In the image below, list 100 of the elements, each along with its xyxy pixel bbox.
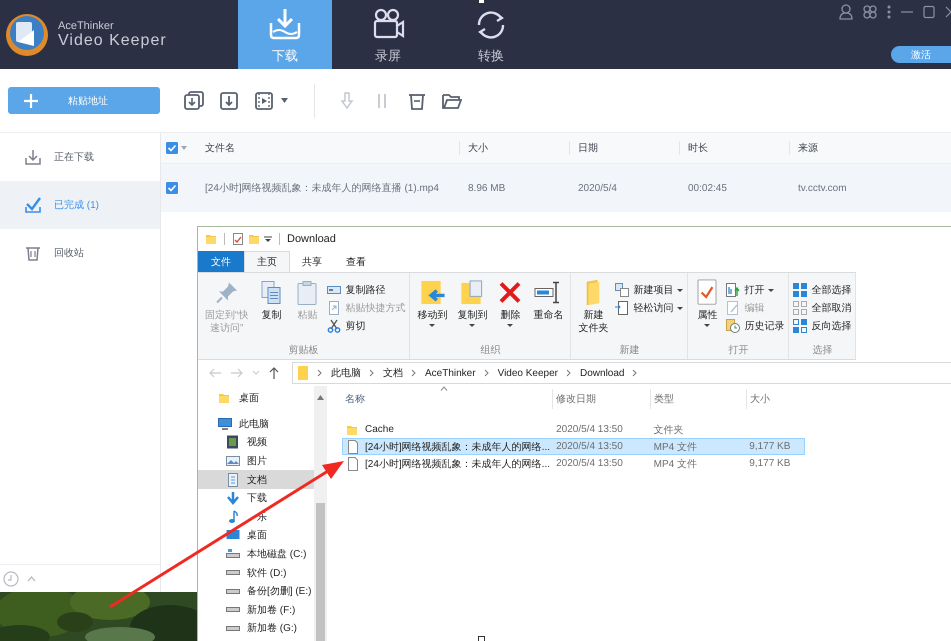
ribbon-button[interactable]: 打开 <box>726 281 784 299</box>
ribbon-button[interactable]: 轻松访问 <box>615 299 684 317</box>
edit-icon <box>726 301 740 315</box>
nav-item[interactable]: 备份[勿删] (E:) <box>198 582 314 601</box>
ribbon-button[interactable]: 新建项目 <box>615 281 684 299</box>
ribbon-button[interactable]: 历史记录 <box>726 317 784 335</box>
folder-icon <box>218 391 232 406</box>
group-label: 选择 <box>811 344 834 358</box>
ribbon-button[interactable]: 移动到 <box>414 277 450 343</box>
column-header[interactable]: 时长 <box>680 141 790 155</box>
sidebar-item[interactable]: 回收站 <box>0 229 160 277</box>
column-header[interactable]: 类型 <box>651 389 747 409</box>
ribbon-button[interactable]: 新建 文件夹 <box>575 277 612 343</box>
table-cell-text: 00:02:45 <box>687 182 727 194</box>
column-header[interactable]: 名称 <box>342 389 553 409</box>
breadcrumb-item[interactable]: AceThinker <box>425 368 476 378</box>
caret-icon[interactable] <box>264 234 272 242</box>
menu-icon[interactable] <box>887 5 891 19</box>
scrollbar[interactable] <box>314 386 327 641</box>
ribbon-button[interactable]: 属性 <box>692 277 722 343</box>
ribbon-button[interactable]: 剪切 <box>327 317 406 335</box>
table-cell-text: tv.cctv.com <box>797 182 847 194</box>
column-header[interactable]: 大小 <box>460 141 570 155</box>
up-icon[interactable] <box>268 367 280 379</box>
breadcrumb-item[interactable]: Download <box>580 368 624 378</box>
grid-icon[interactable] <box>863 5 877 19</box>
drive-icon <box>226 626 240 631</box>
user-icon[interactable] <box>839 4 853 20</box>
breadcrumb-item[interactable]: 文档 <box>383 366 403 380</box>
ribbon-tab[interactable]: 查看 <box>334 251 378 272</box>
file-row[interactable]: [24小时]网络视频乱象：未成年人的网络... 2020/5/4 13:50 MP4 文件 9,177 KB <box>342 438 805 455</box>
sidebar-item[interactable]: 正在下载 <box>0 133 160 181</box>
easy-access-icon <box>615 301 630 315</box>
mode-tab[interactable]: 转换 <box>444 0 538 69</box>
nav-item[interactable]: 下载 <box>198 488 314 508</box>
nav-item[interactable]: 软件 (D:) <box>198 563 314 582</box>
resize-handle[interactable] <box>478 636 485 641</box>
nav-item[interactable]: 此电脑 <box>198 414 314 434</box>
nav-item[interactable]: 桌面 <box>198 526 314 545</box>
file-size: 9,177 KB <box>749 441 790 452</box>
nav-item[interactable]: 新加卷 (F:) <box>198 600 314 620</box>
download-icon[interactable] <box>219 90 239 110</box>
scroll-up-icon[interactable] <box>317 395 324 400</box>
logo-icon <box>4 12 50 58</box>
nav-item[interactable]: 图片 <box>198 452 314 470</box>
file-size: 9,177 KB <box>749 458 790 469</box>
breadcrumb-item[interactable]: 此电脑 <box>331 366 361 380</box>
check-icon <box>24 196 42 214</box>
plus-icon <box>24 94 38 108</box>
file-name: [24小时]网络视频乱象：未成年人的网络... <box>365 458 550 470</box>
breadcrumb-item[interactable]: Video Keeper <box>498 368 558 378</box>
address-bar[interactable]: 此电脑 文档 AceThinker Video Keeper Download <box>292 362 951 384</box>
scrollbar-thumb[interactable] <box>316 503 325 641</box>
file-row[interactable]: Cache 2020/5/4 13:50 文件夹 <box>342 421 805 438</box>
shortcut-icon <box>327 301 342 315</box>
file-tab[interactable]: 文件 <box>198 251 244 272</box>
ribbon-button[interactable]: 复制 <box>255 277 288 343</box>
properties-icon[interactable] <box>232 232 244 246</box>
ribbon-button[interactable]: 反向选择 <box>793 317 852 335</box>
maximize-icon[interactable] <box>923 5 935 19</box>
batch-download-icon[interactable] <box>184 90 204 110</box>
column-header[interactable]: 日期 <box>570 141 680 155</box>
checkbox[interactable] <box>166 142 178 154</box>
mode-tab[interactable]: 录屏 <box>332 0 444 69</box>
file-name: Cache <box>365 424 394 435</box>
ribbon-button[interactable]: 全部选择 <box>793 281 852 299</box>
ribbon-tab[interactable]: 共享 <box>290 251 334 272</box>
nav-item[interactable]: 视频 <box>198 433 314 452</box>
table-cell-text: 8.96 MB <box>467 182 506 194</box>
caret-icon[interactable] <box>281 98 288 103</box>
film-icon[interactable] <box>254 90 274 110</box>
group-label: 新建 <box>618 344 640 358</box>
close-icon[interactable] <box>945 5 951 19</box>
ribbon-button[interactable]: 全部取消 <box>793 299 852 317</box>
file-date: 2020/5/4 13:50 <box>556 424 623 435</box>
window-title: Download <box>287 232 336 244</box>
nav-item[interactable]: 桌面 <box>198 389 314 408</box>
ribbon-tab[interactable]: 主页 <box>244 251 290 272</box>
table-cell-text: 2020/5/4 <box>577 182 617 194</box>
group-label: 组织 <box>479 344 502 358</box>
nav-item[interactable]: 本地磁盘 (C:) <box>198 544 314 564</box>
ribbon-button[interactable]: 复制到 <box>454 277 490 343</box>
table-cell-text: [24小时]网络视频乱象：未成年人的网络直播 (1).mp4 <box>204 182 439 195</box>
ribbon-button[interactable]: 复制路径 <box>327 281 406 299</box>
drive-icon <box>226 588 240 594</box>
column-header[interactable]: 文件名 <box>197 141 460 155</box>
file-date: 2020/5/4 13:50 <box>556 441 623 452</box>
ribbon-button[interactable]: 删除 <box>494 277 526 343</box>
file-type: 文件夹 <box>654 424 684 436</box>
nav-item[interactable]: 文档 <box>198 470 314 489</box>
file-date: 2020/5/4 13:50 <box>556 458 623 469</box>
checkbox[interactable] <box>166 182 178 194</box>
column-header[interactable]: 修改日期 <box>553 389 651 409</box>
column-header[interactable]: 大小 <box>747 389 805 409</box>
nav-item[interactable]: 新加卷 (G:) <box>198 619 314 638</box>
column-header[interactable]: 来源 <box>790 141 951 155</box>
ribbon-button[interactable]: 重命名 <box>530 277 566 343</box>
sort-icon[interactable] <box>440 386 448 391</box>
file-row[interactable]: [24小时]网络视频乱象：未成年人的网络... 2020/5/4 13:50 MP4 文件 9,177 KB <box>342 455 805 472</box>
properties-icon <box>695 279 720 306</box>
